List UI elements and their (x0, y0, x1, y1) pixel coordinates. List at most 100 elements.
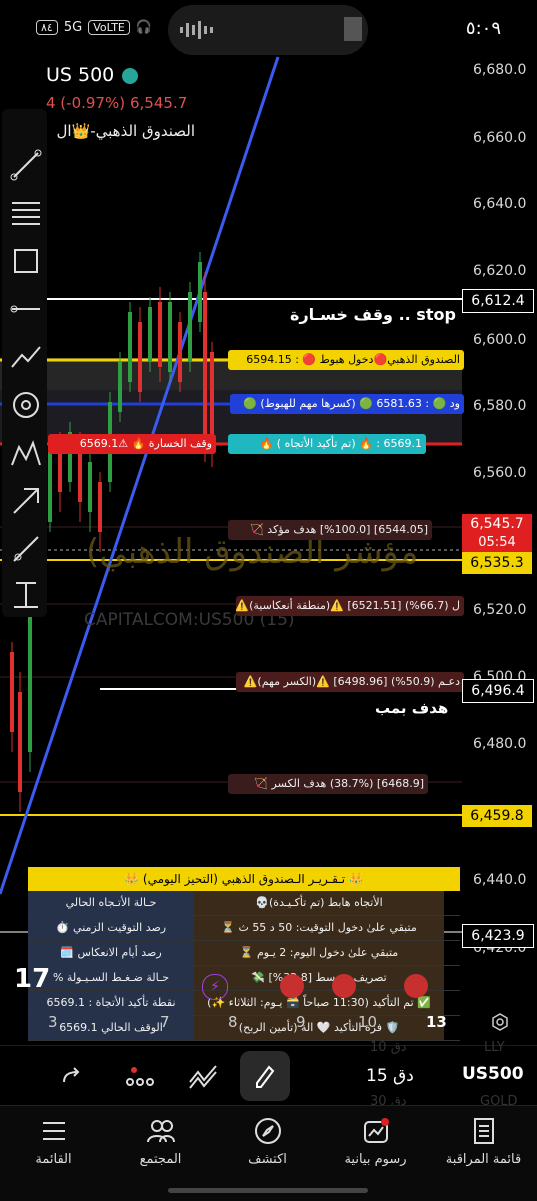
fib-tool-icon[interactable] (10, 197, 42, 229)
app-thumb-icon (344, 17, 362, 41)
ray-tool-icon[interactable] (10, 533, 42, 565)
lower-price-tag: 6,459.8 (462, 805, 532, 827)
symbol-button[interactable]: US500 (462, 1064, 524, 1084)
draw-button[interactable] (240, 1051, 290, 1101)
us-flag-event-icon[interactable] (332, 974, 356, 998)
faded-timeframe: 10 دق (370, 1040, 407, 1055)
volte-indicator: VoLTE (88, 20, 130, 35)
market-open-icon (122, 68, 138, 84)
current-price-tag: 6,545.7 (462, 514, 532, 534)
gold-sell-tag[interactable]: الصندوق الذهبي🔴دخول هبوط 🔴 : 6594.15 (228, 350, 464, 370)
network-indicator: 5G (63, 20, 83, 35)
table-row: رصد أيام الانعكاس 🗓️ متبقي علىٰ دخول الي… (28, 941, 460, 966)
headphone-icon: 🎧 (135, 20, 153, 35)
status-bar: ٨٤ 5G VoLTE 🎧 ٥:٠٩ (0, 0, 537, 60)
stop-tag[interactable]: وقف الخسارة 🔥 ⚠6569.1 (48, 434, 216, 454)
price-tick: 6,580.0 (473, 398, 527, 414)
dynamic-island (168, 5, 368, 55)
blue-zone-tag[interactable]: ود 🟢 : 6581.63 🟢 (كسرها مهم للهبوط) 🟢 (230, 394, 464, 414)
us-flag-event-icon[interactable] (280, 974, 304, 998)
reversal-tag[interactable]: ل (66.7%) [6521.51] ⚠️(منطقة أنعكاسية)⚠️ (236, 596, 464, 616)
nav-watchlist[interactable]: قائمة المراقبة (430, 1106, 537, 1176)
price-change: 4 (-0.97%) (46, 94, 126, 112)
drawing-toolbar (2, 109, 47, 617)
home-indicator[interactable] (168, 1188, 368, 1193)
settings-hex-icon[interactable] (490, 1012, 510, 1032)
price-tick: 6,660.0 (473, 130, 527, 146)
time-tick: 3 (48, 1013, 58, 1031)
bottom-nav: قائمة المراقبة رسوم بيانية اكتشف المجتمع… (0, 1105, 537, 1201)
price-tick: 6,480.0 (473, 736, 527, 752)
chart-area[interactable]: (مؤشر الصندوق الذهبي CAPITALCOM:US500 (1… (0, 52, 537, 1041)
chart-toolbar: 15 دق 10 دق 30 دق US500 LLY GOLD (0, 1040, 537, 1109)
report-label: رصد أيام الانعكاس 🗓️ (28, 941, 194, 965)
path-tool-icon[interactable] (10, 341, 42, 373)
pump-target-label: هدف بمب (375, 699, 449, 717)
price-tick: 6,600.0 (473, 332, 527, 348)
time-tick: 7 (160, 1013, 170, 1031)
table-row: حـالة الأتـجاه الحالي الأتجاه هابط (تم ت… (28, 891, 460, 916)
measure-tool-icon[interactable] (10, 579, 42, 611)
last-price: 6,545.7 (130, 94, 188, 112)
time-tick: 10 (358, 1013, 378, 1031)
price-tick: 6,440.0 (473, 872, 527, 888)
symbol-title[interactable]: US 500 (46, 64, 114, 86)
nav-community[interactable]: المجتمع (107, 1106, 214, 1176)
rectangle-tool-icon[interactable] (10, 245, 42, 277)
trendline-tool-icon[interactable] (10, 149, 42, 181)
battery-indicator: ٨٤ (36, 20, 58, 35)
tradingview-logo: 17 (14, 964, 51, 994)
time-axis: 3 7 8 9 10 13 (0, 1008, 537, 1038)
price-tick: 6,520.0 (473, 602, 527, 618)
price-tick: 6,560.0 (473, 465, 527, 481)
status-left: ٨٤ 5G VoLTE 🎧 (36, 20, 152, 35)
report-title: 👑 تـقـريـر الـصندوق الذهبي (التحيز اليوم… (28, 867, 460, 891)
compass-icon (254, 1118, 281, 1144)
nav-label: قائمة المراقبة (445, 1152, 522, 1167)
confirm-tag[interactable]: 6569.1 : 🔥 (تم تأكيد الأتجاه ) 🔥 (228, 434, 426, 454)
chart-icon (363, 1118, 389, 1143)
nav-menu[interactable]: القائمة (0, 1106, 107, 1176)
report-value: متبقي علىٰ دخول اليوم: 2 يـوم ⏳ (194, 941, 444, 965)
audio-wave-icon (180, 17, 362, 41)
watchlist-icon (473, 1118, 494, 1144)
hline-tool-icon[interactable] (10, 293, 42, 325)
countdown-tag: 05:54 (462, 534, 532, 552)
nav-label: المجتمع (139, 1152, 182, 1167)
redo-icon[interactable] (60, 1064, 84, 1088)
line-chart-icon[interactable] (188, 1062, 218, 1090)
report-label: رصد التوقيت الزمني ⏱️ (28, 916, 194, 940)
pump-price-tag: 6,496.4 (462, 679, 534, 703)
nav-label: القائمة (35, 1152, 72, 1167)
time-tick: 9 (296, 1013, 306, 1031)
nav-explore[interactable]: اكتشف (214, 1106, 321, 1176)
pattern-tool-icon[interactable] (10, 437, 42, 469)
support-tag[interactable]: دعـم (50.9%) [6498.96] ⚠️(الكسر مهم)⚠️ (236, 672, 464, 692)
nav-charts[interactable]: رسوم بيانية (322, 1106, 429, 1176)
report-label: حـالة الأتـجاه الحالي (28, 891, 194, 915)
arrow-tool-icon[interactable] (10, 485, 42, 517)
indicators-icon[interactable] (126, 1064, 158, 1090)
nav-label: اكتشف (248, 1152, 287, 1167)
time-tick: 8 (228, 1013, 238, 1031)
break-target-tag[interactable]: [6468.9] (38.7%) هدف الكسر 🏹 (228, 774, 428, 794)
pen-icon (256, 1065, 275, 1088)
status-time: ٥:٠٩ (465, 18, 501, 39)
time-tick: 13 (426, 1013, 447, 1031)
us-flag-event-icon[interactable] (404, 974, 428, 998)
circle-tool-icon[interactable] (10, 389, 42, 421)
report-value: الأتجاه هابط (تم تأكـيـدة)💀 (194, 891, 444, 915)
confirmed-target-tag[interactable]: [6544.05] [%100.0] هدف مؤكد 🏹 (228, 520, 432, 540)
stop-loss-label: stop .. وقف خسـارة (290, 305, 456, 324)
entry-price-tag: 6,535.3 (462, 552, 532, 574)
indicator-name[interactable]: الصندوق الذهبي-👑ال (50, 122, 195, 140)
price-tick: 6,640.0 (473, 196, 527, 212)
report-value: متبقي علىٰ دخول التوقيت: 50 د 55 ث ⏳ (194, 916, 444, 940)
faded-symbol: LLY (484, 1040, 505, 1055)
bottom-price-tag: 6,423.9 (462, 924, 534, 948)
lightning-event-icon[interactable]: ⚡ (202, 974, 228, 1000)
community-icon (146, 1120, 175, 1143)
price-tick: 6,680.0 (473, 62, 527, 78)
menu-icon (42, 1122, 65, 1140)
timeframe-button[interactable]: 15 دق (366, 1066, 414, 1086)
